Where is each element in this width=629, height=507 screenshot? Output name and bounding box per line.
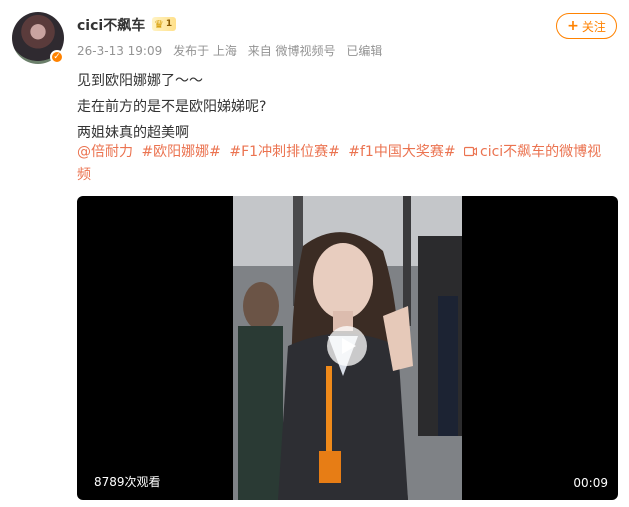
follow-label: 关注 xyxy=(581,19,606,34)
mention-link[interactable]: @倍耐力 xyxy=(77,144,133,160)
video-player[interactable]: 8789次观看 00:09 xyxy=(77,196,618,500)
topic-link-ouyang-nana[interactable]: #欧阳娜娜# xyxy=(141,144,220,160)
edited-label[interactable]: 已编辑 xyxy=(346,44,382,58)
video-icon xyxy=(464,146,477,157)
post-source: 来自 微博视频号 xyxy=(247,44,336,58)
post-location: 发布于 上海 xyxy=(173,44,237,58)
follow-button[interactable]: + 关注 xyxy=(556,13,617,39)
post-text: 见到欧阳娜娜了～～ 走在前方的是不是欧阳娣娣呢? 两姐妹真的超美啊 xyxy=(77,68,617,146)
post-tags: @倍耐力 #欧阳娜娜# #F1冲刺排位赛# #f1中国大奖赛# cici不飙车的… xyxy=(77,141,617,187)
topic-link-f1-sprint[interactable]: #F1冲刺排位赛# xyxy=(229,144,339,160)
post-text-line: 走在前方的是不是欧阳娣娣呢? xyxy=(77,99,267,115)
vip-level: 1 xyxy=(165,19,173,29)
plus-icon: + xyxy=(567,18,579,34)
play-button[interactable] xyxy=(327,326,367,366)
post-text-line: 见到欧阳娜娜了～～ xyxy=(77,73,203,89)
post-meta: 26-3-13 19:09 发布于 上海 来自 微博视频号 已编辑 xyxy=(77,42,389,59)
vip-badge[interactable]: ♛ 1 xyxy=(152,17,177,31)
view-count: 8789次观看 xyxy=(94,475,161,489)
topic-link-f1-china-gp[interactable]: #f1中国大奖赛# xyxy=(348,144,455,160)
post-time[interactable]: 26-3-13 19:09 xyxy=(77,44,162,58)
play-icon xyxy=(342,338,356,354)
video-duration: 00:09 xyxy=(573,476,608,490)
author-name[interactable]: cici不飙车 xyxy=(77,15,145,35)
crown-icon: ♛ xyxy=(154,17,164,31)
verified-badge-icon: ✓ xyxy=(50,50,64,64)
